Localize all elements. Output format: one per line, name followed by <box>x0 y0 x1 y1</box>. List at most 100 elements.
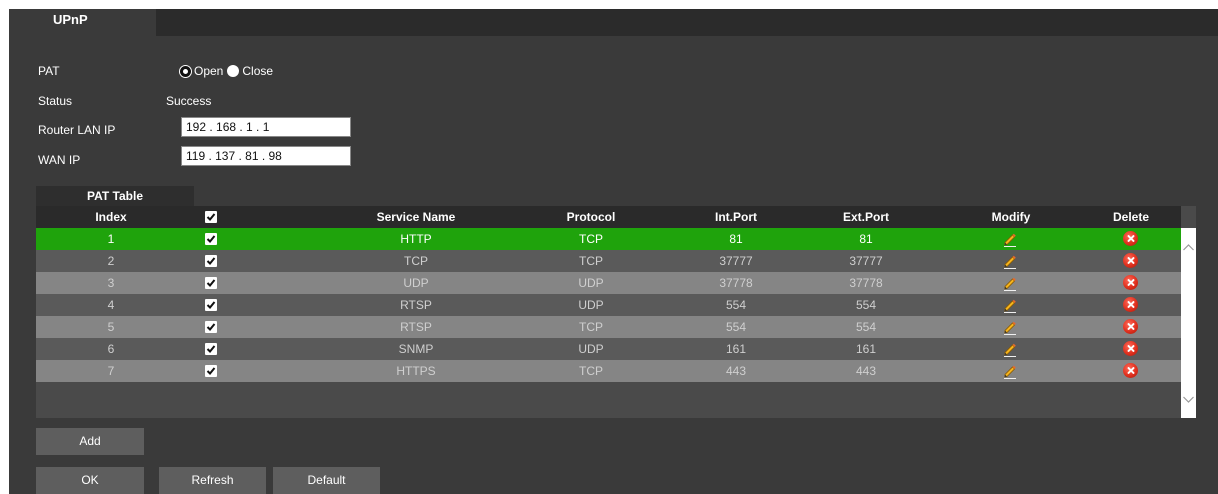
row-checkbox[interactable] <box>205 277 217 289</box>
delete-x-icon[interactable] <box>1123 275 1138 290</box>
pat-open-radio[interactable] <box>180 65 191 77</box>
pat-close-radio[interactable] <box>227 65 240 77</box>
table-row[interactable]: 6 SNMP UDP 161 161 <box>36 338 1181 360</box>
cell-service-name: HTTPS <box>396 364 436 378</box>
cell-int-port: 161 <box>725 342 747 356</box>
cell-protocol: TCP <box>579 364 603 378</box>
pat-label: PAT <box>38 64 60 78</box>
cell-protocol: UDP <box>578 298 604 312</box>
router-lan-ip-label: Router LAN IP <box>38 123 116 137</box>
header-delete: Delete <box>1112 210 1150 224</box>
pencil-icon[interactable] <box>1002 275 1018 291</box>
scroll-down-arrow[interactable] <box>1181 392 1196 408</box>
pencil-icon[interactable] <box>1002 319 1018 335</box>
pencil-icon[interactable] <box>1002 341 1018 357</box>
cell-service-name: RTSP <box>400 298 432 312</box>
pencil-icon[interactable] <box>1002 297 1018 313</box>
cell-ext-port: 81 <box>859 232 873 246</box>
cell-index: 6 <box>107 342 115 356</box>
pat-radio-group: Open Close <box>180 63 277 79</box>
row-checkbox[interactable] <box>205 321 217 333</box>
table-scrollbar[interactable] <box>1181 228 1196 418</box>
cell-index: 1 <box>107 232 115 246</box>
cell-ext-port: 161 <box>855 342 877 356</box>
cell-ext-port: 443 <box>855 364 877 378</box>
scroll-up-arrow[interactable] <box>1181 240 1196 256</box>
checkbox-checked-icon <box>206 345 216 353</box>
row-checkbox[interactable] <box>205 343 217 355</box>
delete-x-icon[interactable] <box>1123 341 1138 356</box>
table-row[interactable]: 2 TCP TCP 37777 37777 <box>36 250 1181 272</box>
checkbox-checked-icon <box>206 213 216 221</box>
status-value: Success <box>166 94 212 108</box>
header-checkbox-cell <box>186 206 236 228</box>
table-row[interactable]: 7 HTTPS TCP 443 443 <box>36 360 1181 382</box>
app-window: UPnP PAT Open Close Status Success Route… <box>0 0 1218 494</box>
cell-index: 2 <box>107 254 115 268</box>
header-int-port[interactable]: Int.Port <box>686 206 786 228</box>
cell-protocol: UDP <box>578 342 604 356</box>
cell-service-name: HTTP <box>400 232 432 246</box>
header-service-name[interactable]: Service Name <box>326 206 506 228</box>
table-header: Index Service Name Protocol Int.Port Ext… <box>36 206 1181 228</box>
cell-ext-port: 37778 <box>849 276 883 290</box>
delete-x-icon[interactable] <box>1123 363 1138 378</box>
table-row[interactable]: 1 HTTP TCP 81 81 <box>36 228 1181 250</box>
header-index[interactable]: Index <box>36 206 186 228</box>
table-row[interactable]: 3 UDP UDP 37778 37778 <box>36 272 1181 294</box>
status-label: Status <box>38 94 73 108</box>
header-ext-port[interactable]: Ext.Port <box>816 206 916 228</box>
delete-x-icon[interactable] <box>1123 297 1138 312</box>
cell-protocol: TCP <box>579 320 603 334</box>
wan-ip-input[interactable]: 119 . 137 . 81 . 98 <box>181 146 351 166</box>
checkbox-checked-icon <box>206 235 216 243</box>
pencil-icon[interactable] <box>1002 253 1018 269</box>
cell-index: 5 <box>107 320 115 334</box>
checkbox-checked-icon <box>206 367 216 375</box>
delete-x-icon[interactable] <box>1123 253 1138 268</box>
cell-service-name: RTSP <box>400 320 432 334</box>
ok-button[interactable]: OK <box>36 467 144 494</box>
cell-service-name: UDP <box>403 276 429 290</box>
cell-index: 4 <box>107 298 115 312</box>
delete-x-icon[interactable] <box>1123 231 1138 246</box>
pat-close-label[interactable]: Close <box>242 64 273 78</box>
pat-table-tab[interactable]: PAT Table <box>36 186 194 206</box>
cell-int-port: 81 <box>729 232 743 246</box>
cell-ext-port: 554 <box>855 298 877 312</box>
table-body: 1 HTTP TCP 81 81 2 TCP TCP 37777 37777 3 UDP UDP 3777… <box>36 228 1181 418</box>
select-all-checkbox[interactable] <box>205 211 217 223</box>
refresh-button[interactable]: Refresh <box>159 467 266 494</box>
table-row[interactable]: 5 RTSP TCP 554 554 <box>36 316 1181 338</box>
row-checkbox[interactable] <box>205 299 217 311</box>
cell-protocol: TCP <box>579 232 603 246</box>
row-checkbox[interactable] <box>205 365 217 377</box>
cell-ext-port: 554 <box>855 320 877 334</box>
cell-service-name: TCP <box>404 254 428 268</box>
tab-upnp[interactable]: UPnP <box>9 9 156 36</box>
cell-service-name: SNMP <box>398 342 434 356</box>
chevron-down-icon <box>1183 396 1194 403</box>
default-button[interactable]: Default <box>273 467 380 494</box>
wan-ip-label: WAN IP <box>38 153 81 167</box>
header-modify: Modify <box>991 210 1031 224</box>
cell-protocol: TCP <box>579 254 603 268</box>
delete-x-icon[interactable] <box>1123 319 1138 334</box>
header-protocol[interactable]: Protocol <box>541 206 641 228</box>
pencil-icon[interactable] <box>1002 363 1018 379</box>
cell-index: 7 <box>107 364 115 378</box>
cell-int-port: 554 <box>725 298 747 312</box>
pencil-icon[interactable] <box>1002 231 1018 247</box>
table-row[interactable]: 4 RTSP UDP 554 554 <box>36 294 1181 316</box>
tab-bar: UPnP <box>9 9 1218 36</box>
cell-int-port: 443 <box>725 364 747 378</box>
router-lan-ip-input[interactable]: 192 . 168 . 1 . 1 <box>181 117 351 137</box>
cell-index: 3 <box>107 276 115 290</box>
pat-open-label[interactable]: Open <box>194 64 223 78</box>
row-checkbox[interactable] <box>205 255 217 267</box>
pat-table: Index Service Name Protocol Int.Port Ext… <box>36 206 1196 418</box>
row-checkbox[interactable] <box>205 233 217 245</box>
cell-int-port: 37777 <box>719 254 753 268</box>
checkbox-checked-icon <box>206 279 216 287</box>
add-button[interactable]: Add <box>36 428 144 455</box>
